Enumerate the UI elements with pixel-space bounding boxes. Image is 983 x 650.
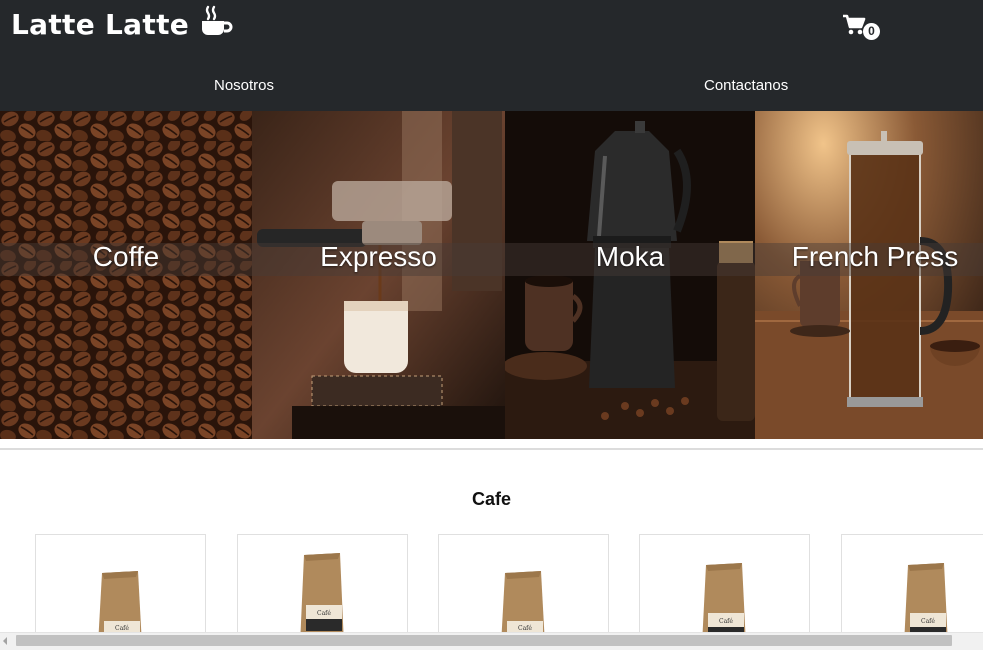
product-card[interactable]: Café [237,534,408,646]
navbar: Latte Latte 0 Nosotros Contactanos [0,0,983,111]
scrollbar-thumb[interactable] [16,635,952,646]
coffee-bag-image: Café [98,571,142,645]
cart-count-badge: 0 [863,23,880,40]
coffee-bag-image: Café [904,563,948,645]
category-label: French Press [791,241,959,272]
horizontal-scrollbar[interactable] [0,632,983,650]
category-label: Moka [595,241,665,272]
section-title: Cafe [471,489,511,509]
svg-text:Café: Café [518,625,532,632]
coffee-bag-image: Café [501,571,545,645]
svg-text:Café: Café [719,618,733,625]
brand-name: Latte Latte [11,7,190,41]
cart-button[interactable]: 0 [842,14,880,41]
svg-text:Café: Café [115,625,129,632]
svg-text:Café: Café [317,610,331,617]
brand-link[interactable]: Latte Latte [11,4,233,44]
category-panel-moka[interactable]: Moka [505,111,755,439]
nav-link-contactanos[interactable]: Contactanos [704,77,788,94]
category-hero: Coffe Expresso Moka French Press [0,111,983,439]
coffee-bag-image: Café [300,553,344,645]
section-divider [0,448,983,450]
product-card[interactable]: Café [438,534,609,646]
category-panel-french-press[interactable]: French Press [755,111,983,439]
coffee-bag-image: Café [702,563,746,645]
category-label: Coffe [92,241,160,272]
product-card[interactable]: Café [35,534,206,646]
category-panel-expresso[interactable]: Expresso [252,111,505,439]
coffee-cup-icon [199,4,233,45]
product-card[interactable]: Café [639,534,810,646]
product-card[interactable]: Café [841,534,983,646]
shopping-cart-icon [842,14,866,41]
svg-text:Café: Café [921,618,935,625]
category-panel-coffe[interactable]: Coffe [0,111,252,439]
scroll-left-arrow-icon[interactable] [3,637,7,645]
nav-link-nosotros[interactable]: Nosotros [214,77,274,94]
category-label: Expresso [320,241,437,272]
